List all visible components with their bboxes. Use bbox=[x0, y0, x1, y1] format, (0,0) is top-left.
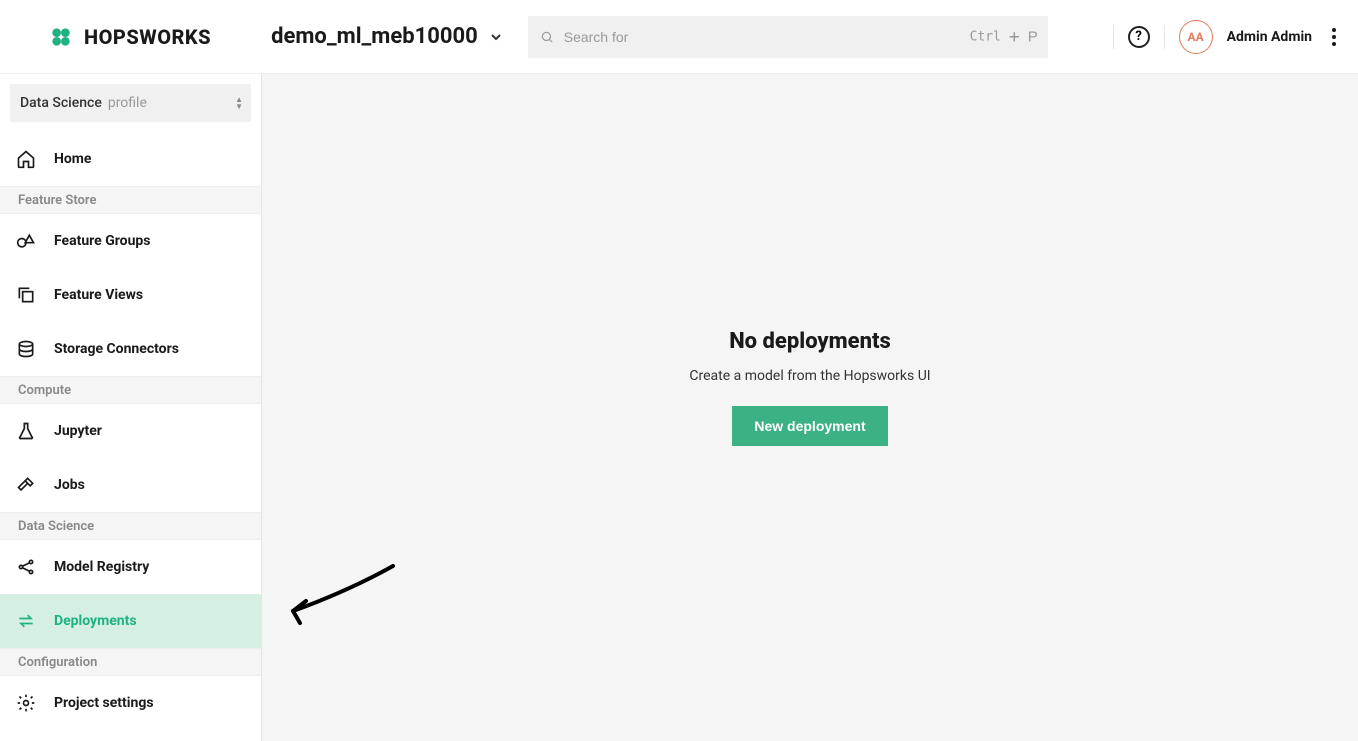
sidebar-item-label: Feature Groups bbox=[54, 233, 150, 249]
home-icon bbox=[16, 149, 36, 169]
sidebar-item-deployments[interactable]: Deployments bbox=[0, 594, 261, 648]
logo-text: HOPSWORKS bbox=[84, 25, 211, 49]
sidebar-item-label: Jobs bbox=[54, 477, 85, 493]
sidebar-item-model-registry[interactable]: Model Registry bbox=[0, 540, 261, 594]
sidebar-item-label: Project settings bbox=[54, 695, 154, 711]
profile-main: Data Science bbox=[20, 95, 102, 111]
sidebar-item-label: Feature Views bbox=[54, 287, 143, 303]
kebab-menu[interactable] bbox=[1326, 22, 1342, 52]
header: HOPSWORKS demo_ml_meb10000 Ctrl + P ? AA… bbox=[0, 0, 1358, 74]
divider bbox=[1164, 25, 1165, 49]
section-compute: Compute bbox=[0, 376, 261, 404]
sidebar-item-label: Jupyter bbox=[54, 423, 102, 439]
sidebar-item-label: Storage Connectors bbox=[54, 341, 179, 357]
sidebar-item-feature-groups[interactable]: Feature Groups bbox=[0, 214, 261, 268]
username: Admin Admin bbox=[1227, 29, 1312, 45]
sidebar-item-home[interactable]: Home bbox=[0, 132, 261, 186]
empty-title: No deployments bbox=[689, 329, 930, 354]
section-feature-store: Feature Store bbox=[0, 186, 261, 214]
database-icon bbox=[16, 339, 36, 359]
chevron-down-icon bbox=[488, 29, 504, 45]
empty-state: No deployments Create a model from the H… bbox=[689, 329, 930, 446]
help-button[interactable]: ? bbox=[1128, 26, 1150, 48]
flask-icon bbox=[16, 421, 36, 441]
main-content: No deployments Create a model from the H… bbox=[262, 74, 1358, 741]
sidebar: Data Science profile ▲▼ Home Feature Sto… bbox=[0, 74, 262, 741]
avatar[interactable]: AA bbox=[1179, 20, 1213, 54]
section-configuration: Configuration bbox=[0, 648, 261, 676]
swap-icon bbox=[16, 611, 36, 631]
hammer-icon bbox=[16, 475, 36, 495]
sidebar-item-jobs[interactable]: Jobs bbox=[0, 458, 261, 512]
sidebar-item-feature-views[interactable]: Feature Views bbox=[0, 268, 261, 322]
shortcut-p: P bbox=[1028, 28, 1038, 45]
header-right: ? AA Admin Admin bbox=[1113, 20, 1342, 54]
gear-icon bbox=[16, 693, 36, 713]
share-icon bbox=[16, 557, 36, 577]
sidebar-item-label: Deployments bbox=[54, 613, 137, 629]
copy-icon bbox=[16, 285, 36, 305]
logo[interactable]: HOPSWORKS bbox=[48, 24, 211, 50]
profile-sub: profile bbox=[108, 95, 147, 111]
search-shortcut: Ctrl + P bbox=[970, 26, 1038, 47]
divider bbox=[1113, 25, 1114, 49]
shapes-icon bbox=[16, 231, 36, 251]
sidebar-item-label: Model Registry bbox=[54, 559, 149, 575]
project-name: demo_ml_meb10000 bbox=[271, 24, 478, 49]
sidebar-item-jupyter[interactable]: Jupyter bbox=[0, 404, 261, 458]
section-data-science: Data Science bbox=[0, 512, 261, 540]
sidebar-item-storage-connectors[interactable]: Storage Connectors bbox=[0, 322, 261, 376]
new-deployment-button[interactable]: New deployment bbox=[732, 406, 887, 446]
plus-icon: + bbox=[1009, 26, 1020, 47]
sidebar-item-project-settings[interactable]: Project settings bbox=[0, 676, 261, 730]
sidebar-item-label: Home bbox=[54, 151, 91, 167]
search-bar: Ctrl + P bbox=[528, 16, 1048, 58]
shortcut-ctrl: Ctrl bbox=[970, 29, 1001, 44]
sort-arrows-icon: ▲▼ bbox=[235, 96, 243, 110]
hopsworks-logo-icon bbox=[48, 24, 74, 50]
project-dropdown[interactable]: demo_ml_meb10000 bbox=[271, 24, 504, 49]
search-icon bbox=[540, 30, 554, 44]
profile-selector[interactable]: Data Science profile ▲▼ bbox=[10, 84, 251, 122]
empty-subtitle: Create a model from the Hopsworks UI bbox=[689, 368, 930, 384]
annotation-arrow-icon bbox=[278, 561, 398, 631]
